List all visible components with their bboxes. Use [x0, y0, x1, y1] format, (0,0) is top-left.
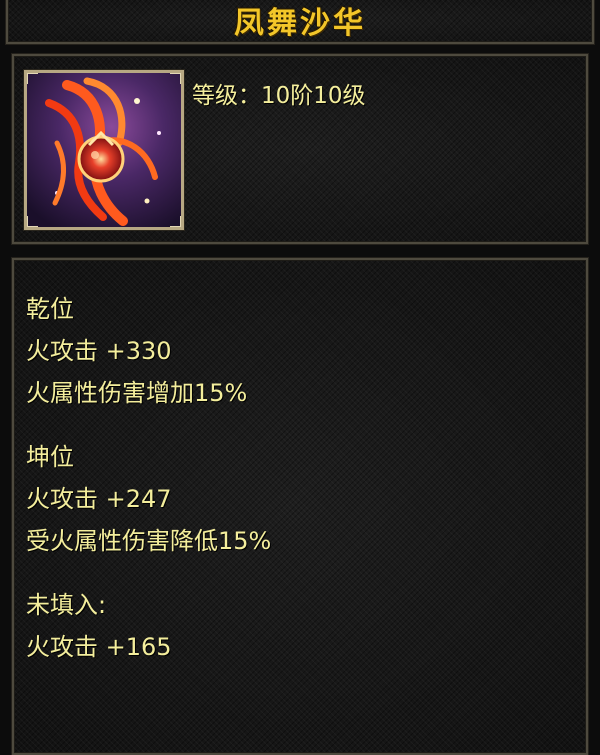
item-attributes-panel: 乾位 火攻击 +330 火属性伤害增加15% 坤位 火攻击 +247 受火属性伤…: [12, 258, 588, 755]
level-value: 10阶10级: [261, 83, 366, 109]
frame-corner-icon: [170, 216, 181, 227]
phoenix-dancer-icon: [27, 73, 181, 227]
attribute-line: 火攻击 +165: [26, 633, 172, 661]
attribute-line: 火攻击 +247: [26, 485, 172, 513]
title-bar: 凤舞沙华: [6, 0, 594, 44]
attribute-line: 受火属性伤害降低15%: [26, 527, 272, 555]
level-label: 等级：: [192, 83, 261, 109]
slot-header-kun: 坤位: [26, 443, 74, 471]
slot-header-unfilled: 未填入:: [26, 591, 107, 619]
frame-corner-icon: [27, 216, 38, 227]
item-level: 等级：10阶10级: [192, 76, 366, 110]
attribute-line: 火属性伤害增加15%: [26, 379, 248, 407]
item-icon-slot[interactable]: [24, 70, 184, 230]
item-info-panel: 等级：10阶10级: [12, 54, 588, 244]
slot-header-qian: 乾位: [26, 295, 74, 323]
item-title: 凤舞沙华: [234, 6, 366, 41]
attribute-list: 乾位 火攻击 +330 火属性伤害增加15% 坤位 火攻击 +247 受火属性伤…: [26, 288, 271, 668]
attribute-line: 火攻击 +330: [26, 337, 172, 365]
frame-corner-icon: [27, 73, 38, 84]
frame-corner-icon: [170, 73, 181, 84]
